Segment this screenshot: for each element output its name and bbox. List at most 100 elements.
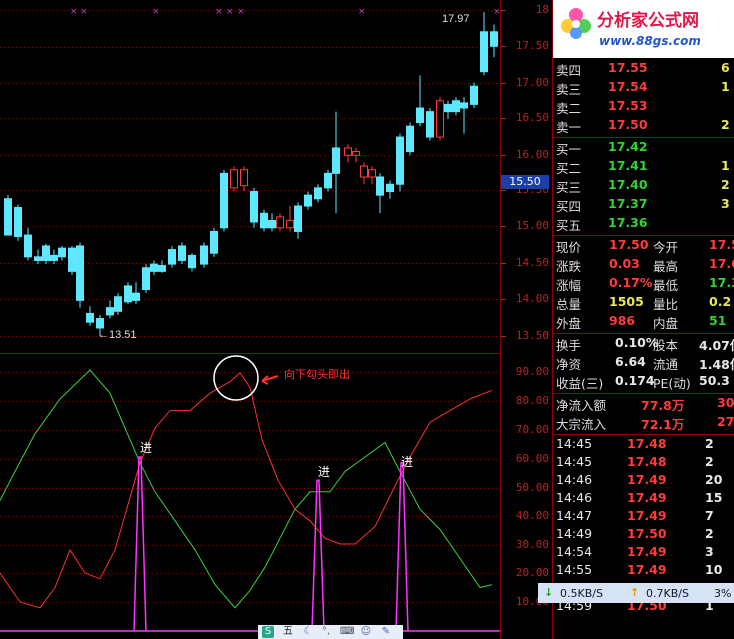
candle-body bbox=[34, 256, 42, 261]
quote-stat-row[interactable]: 涨跌 0.03 最高 17.6 bbox=[553, 256, 734, 275]
download-speed: 0.5KB/S bbox=[560, 587, 603, 600]
stat-value: 1505 bbox=[609, 294, 644, 309]
top-marker: × bbox=[226, 7, 234, 17]
bid-row[interactable]: 买一 17.42 bbox=[553, 139, 734, 158]
ime-tools-icon[interactable]: ✎ bbox=[380, 626, 392, 638]
fund-label: 净资 bbox=[556, 357, 582, 372]
tick-row[interactable]: 14:46 17.49 15 bbox=[553, 490, 734, 509]
ime-keyboard-icon[interactable]: ⌨ bbox=[340, 626, 354, 638]
tick-time: 14:45 bbox=[556, 436, 593, 451]
ask-row[interactable]: 卖二 17.53 bbox=[553, 98, 734, 117]
ime-toolbar[interactable]: S 五 ☾ °, ⌨ ☺ ✎ bbox=[258, 625, 403, 639]
candle-body bbox=[42, 245, 50, 261]
tick-row[interactable]: 14:55 17.49 10 bbox=[553, 562, 734, 581]
flow-label: 大宗流入 bbox=[556, 417, 607, 432]
price-axis-label: 14.00 bbox=[515, 292, 549, 305]
candle-body bbox=[150, 263, 158, 272]
entry-signal-spike bbox=[311, 479, 325, 632]
tick-row[interactable]: 14:47 17.49 7 bbox=[553, 508, 734, 527]
ask-label: 卖二 bbox=[556, 101, 582, 116]
logo-title: 分析家公式网 bbox=[597, 11, 699, 31]
candle-body bbox=[324, 172, 332, 189]
tick-row[interactable]: 14:45 17.48 2 bbox=[553, 436, 734, 455]
candle-body bbox=[132, 292, 140, 301]
bid-row[interactable]: 买三 17.40 2 bbox=[553, 177, 734, 196]
top-marker: × bbox=[152, 7, 160, 17]
ask-price: 17.50 bbox=[608, 117, 648, 132]
stat-value: 0.17% bbox=[609, 275, 653, 290]
ime-punct-icon[interactable]: °, bbox=[320, 626, 332, 638]
candle-body bbox=[480, 31, 488, 73]
bid-row[interactable]: 买五 17.36 bbox=[553, 215, 734, 234]
candle-body bbox=[268, 220, 276, 229]
candle-body bbox=[376, 176, 384, 196]
candle-body bbox=[4, 198, 12, 236]
fund-flow-row[interactable]: 净流入额 77.8万 30 bbox=[553, 395, 734, 414]
ask-label: 卖一 bbox=[556, 120, 582, 135]
bid-price: 17.37 bbox=[608, 196, 648, 211]
quote-stat-row[interactable]: 涨幅 0.17%最低 17.3 bbox=[553, 275, 734, 294]
quote-stat-row[interactable]: 现价 17.50 今开 17.5 bbox=[553, 237, 734, 256]
indicator-axis-label: 70.00 bbox=[515, 423, 549, 436]
tick-row[interactable]: 14:49 17.50 2 bbox=[553, 526, 734, 545]
candle-body bbox=[200, 245, 208, 265]
signal-label-2: 进 bbox=[318, 465, 330, 479]
axis-tick bbox=[501, 263, 506, 264]
ask-row[interactable]: 卖四 17.55 6 bbox=[553, 60, 734, 79]
tick-row[interactable]: 14:45 17.48 2 bbox=[553, 454, 734, 473]
top-marker: × bbox=[358, 7, 366, 17]
price-axis-label: 17.00 bbox=[515, 76, 549, 89]
cpu-percent: 3% bbox=[714, 587, 732, 600]
quote-stat-row[interactable]: 外盘 986 内盘 51 bbox=[553, 313, 734, 332]
ime-user-icon[interactable]: ☺ bbox=[360, 626, 372, 638]
ime-moon-icon[interactable]: ☾ bbox=[302, 626, 314, 638]
flow-value: 77.8万 bbox=[641, 398, 685, 413]
fundamental-row[interactable]: 净资 6.64 流通 1.48亿 bbox=[553, 354, 734, 373]
ask-row[interactable]: 卖一 17.50 2 bbox=[553, 117, 734, 136]
top-marker: × bbox=[493, 7, 500, 17]
candle-body bbox=[416, 107, 424, 124]
tick-row[interactable]: 14:46 17.49 20 bbox=[553, 472, 734, 491]
ask-volume: 1 bbox=[721, 79, 730, 94]
tick-time: 14:46 bbox=[556, 472, 593, 487]
price-axis-label: 14.50 bbox=[515, 256, 549, 269]
candle-body bbox=[142, 267, 150, 291]
candle-body bbox=[24, 234, 32, 258]
candle-body bbox=[158, 265, 166, 272]
ime-mode-icon[interactable]: 五 bbox=[282, 626, 294, 638]
ime-s-icon[interactable]: S bbox=[262, 626, 274, 638]
high-price-label: 17.97 bbox=[442, 13, 470, 25]
stat-label: 今开 bbox=[653, 240, 679, 255]
bid-label: 买四 bbox=[556, 199, 582, 214]
candle-body bbox=[332, 147, 340, 174]
top-marker: × bbox=[215, 7, 223, 17]
stat-value: 17.50 bbox=[609, 237, 649, 252]
tick-volume: 3 bbox=[705, 544, 714, 559]
tick-time: 14:46 bbox=[556, 490, 593, 505]
axis-tick bbox=[501, 118, 506, 119]
tick-time: 14:45 bbox=[556, 454, 593, 469]
fundamental-row[interactable]: 换手 0.10%股本 4.07亿 bbox=[553, 335, 734, 354]
kline-chart[interactable]: × × × × × × × × 17.97 ←13.51 向下勾头即出 进 进 进 bbox=[0, 0, 500, 639]
stat-label: 涨幅 bbox=[556, 278, 582, 293]
candle-body bbox=[460, 102, 468, 109]
tick-time: 14:47 bbox=[556, 508, 593, 523]
bid-row[interactable]: 买四 17.37 3 bbox=[553, 196, 734, 215]
candle-body bbox=[96, 318, 104, 329]
candle-body bbox=[426, 111, 434, 138]
bid-label: 买五 bbox=[556, 218, 582, 233]
upload-speed: 0.7KB/S bbox=[646, 587, 689, 600]
tick-row[interactable]: 14:54 17.49 3 bbox=[553, 544, 734, 563]
axis-tick bbox=[501, 226, 506, 227]
ask-row[interactable]: 卖三 17.54 1 bbox=[553, 79, 734, 98]
quote-stat-row[interactable]: 总量 1505 量比 0.2 bbox=[553, 294, 734, 313]
fundamental-row[interactable]: 收益(三) 0.174 PE(动) 50.3 bbox=[553, 373, 734, 392]
candle-body bbox=[444, 103, 452, 113]
candle-body bbox=[250, 191, 258, 223]
stat-label: 外盘 bbox=[556, 316, 582, 331]
bid-label: 买一 bbox=[556, 142, 582, 157]
bid-row[interactable]: 买二 17.41 1 bbox=[553, 158, 734, 177]
entry-signal-spike bbox=[395, 462, 409, 632]
fund-flow-row[interactable]: 大宗流入 72.1万 27 bbox=[553, 414, 734, 433]
candle-body bbox=[230, 169, 238, 189]
